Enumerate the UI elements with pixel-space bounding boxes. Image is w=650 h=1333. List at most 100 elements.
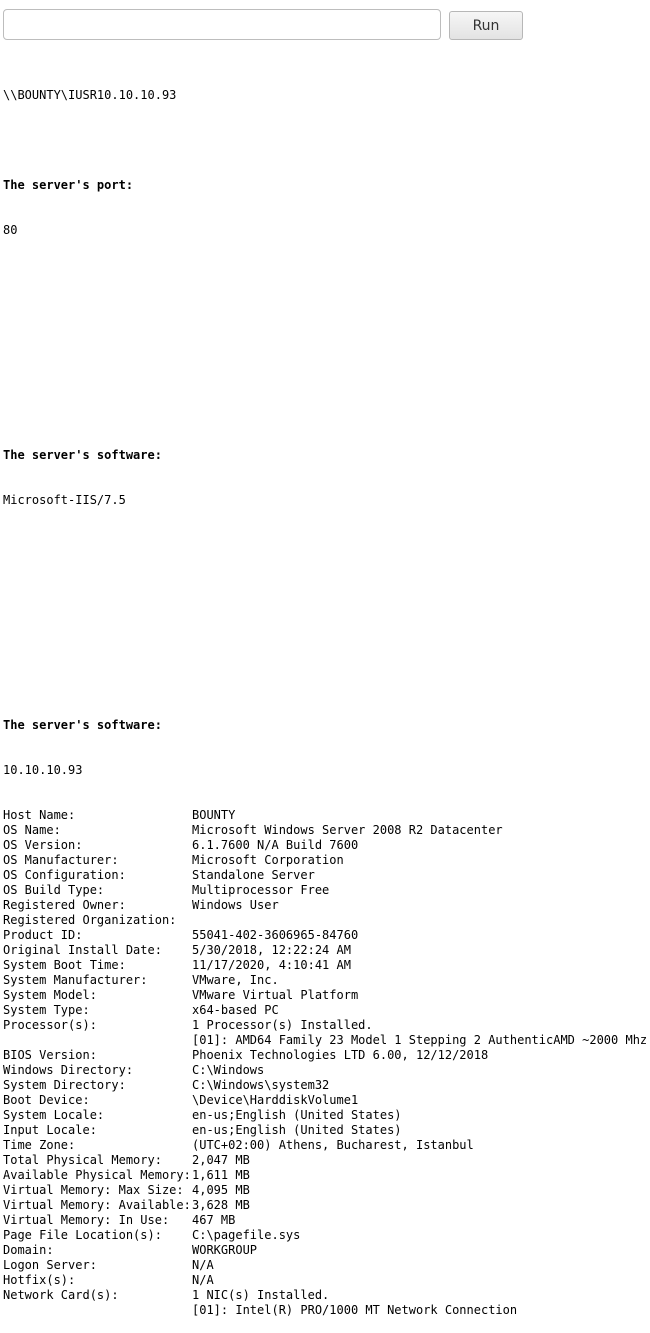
systeminfo-key: [3, 1303, 192, 1318]
systeminfo-row: Domain: WORKGROUP: [3, 1243, 647, 1258]
systeminfo-value: 1 NIC(s) Installed.: [192, 1288, 330, 1302]
systeminfo-value: x64-based PC: [192, 1003, 279, 1017]
systeminfo-row: OS Version: 6.1.7600 N/A Build 7600: [3, 838, 647, 853]
systeminfo-key: Original Install Date:: [3, 943, 162, 957]
systeminfo-value: 1,611 MB: [192, 1168, 250, 1182]
systeminfo-row: Virtual Memory: In Use: 467 MB: [3, 1213, 647, 1228]
systeminfo-row: Virtual Memory: Max Size: 4,095 MB: [3, 1183, 647, 1198]
systeminfo-value: 3,628 MB: [192, 1198, 250, 1212]
systeminfo-value: 1 Processor(s) Installed.: [192, 1018, 373, 1032]
systeminfo-value: 11/17/2020, 4:10:41 AM: [192, 958, 351, 972]
systeminfo-key: Network Card(s):: [3, 1288, 119, 1302]
systeminfo-value: BOUNTY: [192, 808, 236, 822]
systeminfo-value: C:\Windows: [192, 1063, 265, 1077]
systeminfo-value: VMware, Inc.: [192, 973, 279, 987]
command-input[interactable]: [3, 9, 441, 40]
systeminfo-key: Boot Device:: [3, 1093, 90, 1107]
systeminfo-row: Page File Location(s): C:\pagefile.sys: [3, 1228, 647, 1243]
systeminfo-row: System Type: x64-based PC: [3, 1003, 647, 1018]
systeminfo-row: OS Build Type: Multiprocessor Free: [3, 883, 647, 898]
systeminfo-row: Registered Owner: Windows User: [3, 898, 647, 913]
systeminfo-value: \Device\HarddiskVolume1: [192, 1093, 359, 1107]
systeminfo-key: System Type:: [3, 1003, 90, 1017]
systeminfo-value: Phoenix Technologies LTD 6.00, 12/12/201…: [192, 1048, 489, 1062]
systeminfo-key: OS Manufacturer:: [3, 853, 119, 867]
systeminfo-key: Total Physical Memory:: [3, 1153, 162, 1167]
systeminfo-key: Product ID:: [3, 928, 83, 942]
systeminfo-value: Standalone Server: [192, 868, 315, 882]
systeminfo-key: [3, 1033, 192, 1048]
systeminfo-row: Virtual Memory: Available: 3,628 MB: [3, 1198, 647, 1213]
systeminfo-key: Page File Location(s):: [3, 1228, 162, 1242]
port-value: 80: [3, 223, 18, 237]
systeminfo-key: System Directory:: [3, 1078, 126, 1092]
systeminfo-row: Host Name: BOUNTY: [3, 808, 647, 823]
systeminfo-key: Logon Server:: [3, 1258, 97, 1272]
systeminfo-row: Processor(s): 1 Processor(s) Installed.: [3, 1018, 647, 1033]
systeminfo-row: Time Zone: (UTC+02:00) Athens, Bucharest,…: [3, 1138, 647, 1153]
command-output: \\BOUNTY\IUSR10.10.10.93 The server's po…: [3, 58, 647, 1333]
systeminfo-value: en-us;English (United States): [192, 1108, 402, 1122]
systeminfo-value: C:\Windows\system32: [192, 1078, 330, 1092]
systeminfo-value: 2,047 MB: [192, 1153, 250, 1167]
systeminfo-row: System Directory: C:\Windows\system32: [3, 1078, 647, 1093]
software-heading-2: The server's software:: [3, 718, 162, 732]
systeminfo-row: System Locale: en-us;English (United Stat…: [3, 1108, 647, 1123]
systeminfo-row: OS Manufacturer: Microsoft Corporation: [3, 853, 647, 868]
systeminfo-row: Input Locale: en-us;English (United State…: [3, 1123, 647, 1138]
systeminfo-row: [01]: AMD64 Family 23 Model 1 Stepping 2…: [3, 1033, 647, 1048]
systeminfo-row: Total Physical Memory: 2,047 MB: [3, 1153, 647, 1168]
user-line: \\BOUNTY\IUSR10.10.10.93: [3, 88, 177, 102]
systeminfo-value: N/A: [192, 1258, 214, 1272]
systeminfo-key: System Locale:: [3, 1108, 105, 1122]
systeminfo-key: Virtual Memory: Available:: [3, 1198, 191, 1212]
systeminfo-value: 467 MB: [192, 1213, 236, 1227]
software-value: Microsoft-IIS/7.5: [3, 493, 126, 507]
systeminfo-row: System Model: VMware Virtual Platform: [3, 988, 647, 1003]
systeminfo-row: OS Configuration: Standalone Server: [3, 868, 647, 883]
systeminfo-key: Virtual Memory: Max Size:: [3, 1183, 184, 1197]
systeminfo-key: BIOS Version:: [3, 1048, 97, 1062]
systeminfo-row: Available Physical Memory: 1,611 MB: [3, 1168, 647, 1183]
systeminfo-value: 6.1.7600 N/A Build 7600: [192, 838, 359, 852]
systeminfo-value: C:\pagefile.sys: [192, 1228, 301, 1242]
systeminfo-row: BIOS Version: Phoenix Technologies LTD 6.…: [3, 1048, 647, 1063]
systeminfo-list: Host Name: BOUNTY OS Name: Microsoft Window…: [3, 808, 647, 1318]
systeminfo-value: [01]: Intel(R) PRO/1000 MT Network Conne…: [192, 1303, 518, 1317]
systeminfo-key: Available Physical Memory:: [3, 1168, 191, 1182]
systeminfo-value: N/A: [192, 1273, 214, 1287]
ip-value: 10.10.10.93: [3, 763, 83, 777]
systeminfo-row: Original Install Date: 5/30/2018, 12:22:2…: [3, 943, 647, 958]
systeminfo-row: Windows Directory: C:\Windows: [3, 1063, 647, 1078]
systeminfo-key: Input Locale:: [3, 1123, 97, 1137]
systeminfo-key: OS Version:: [3, 838, 83, 852]
systeminfo-value: 5/30/2018, 12:22:24 AM: [192, 943, 351, 957]
systeminfo-row: Product ID: 55041-402-3606965-84760: [3, 928, 647, 943]
systeminfo-key: Virtual Memory: In Use:: [3, 1213, 170, 1227]
systeminfo-value: 55041-402-3606965-84760: [192, 928, 359, 942]
systeminfo-value: [01]: AMD64 Family 23 Model 1 Stepping 2…: [192, 1033, 648, 1047]
systeminfo-value: en-us;English (United States): [192, 1123, 402, 1137]
systeminfo-key: Registered Organization:: [3, 913, 177, 927]
systeminfo-value: WORKGROUP: [192, 1243, 258, 1257]
systeminfo-key: OS Configuration:: [3, 868, 126, 882]
systeminfo-value: Windows User: [192, 898, 279, 912]
systeminfo-key: Domain:: [3, 1243, 54, 1257]
systeminfo-value: Microsoft Corporation: [192, 853, 344, 867]
port-heading: The server's port:: [3, 178, 134, 192]
systeminfo-key: Time Zone:: [3, 1138, 76, 1152]
systeminfo-row: System Manufacturer: VMware, Inc.: [3, 973, 647, 988]
systeminfo-row: Boot Device: \Device\HarddiskVolume1: [3, 1093, 647, 1108]
systeminfo-key: Registered Owner:: [3, 898, 126, 912]
systeminfo-key: System Boot Time:: [3, 958, 126, 972]
software-heading: The server's software:: [3, 448, 162, 462]
systeminfo-row: Network Card(s): 1 NIC(s) Installed.: [3, 1288, 647, 1303]
run-button[interactable]: Run: [449, 11, 523, 40]
systeminfo-value: Multiprocessor Free: [192, 883, 330, 897]
systeminfo-value: Microsoft Windows Server 2008 R2 Datacen…: [192, 823, 503, 837]
systeminfo-row: System Boot Time: 11/17/2020, 4:10:41 AM: [3, 958, 647, 973]
systeminfo-key: Host Name:: [3, 808, 76, 822]
systeminfo-key: System Manufacturer:: [3, 973, 148, 987]
systeminfo-row: OS Name: Microsoft Windows Server 2008 R2…: [3, 823, 647, 838]
systeminfo-key: Windows Directory:: [3, 1063, 134, 1077]
